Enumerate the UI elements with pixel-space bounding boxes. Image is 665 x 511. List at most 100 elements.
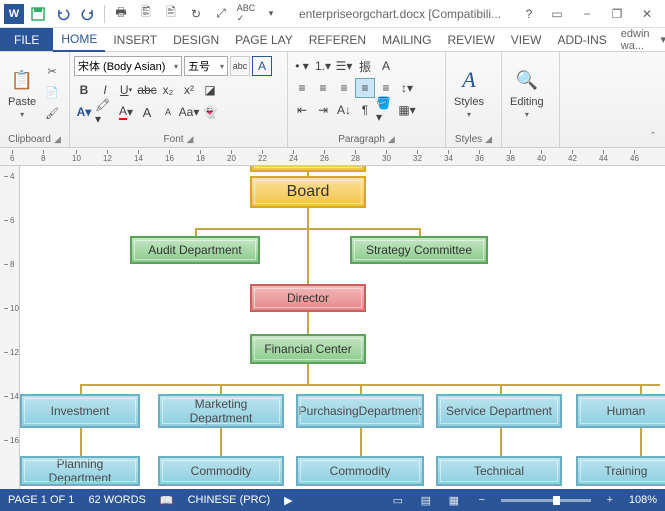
format-painter-button[interactable]: 🖌 (42, 104, 62, 124)
dialog-launcher-icon[interactable]: ◢ (187, 134, 194, 145)
proofing-icon[interactable]: 📖 (160, 494, 174, 507)
superscript-button[interactable]: x² (179, 80, 199, 100)
user-name[interactable]: edwin wa...▾ (615, 28, 665, 51)
qat-btn[interactable]: 🖺 (135, 3, 157, 25)
org-node-board[interactable]: Board (250, 176, 366, 208)
org-node-commodity2[interactable]: Commodity (296, 456, 424, 486)
number-list-button[interactable]: 1.▾ (313, 56, 333, 76)
qat-btn[interactable]: ↻ (185, 3, 207, 25)
org-node-human[interactable]: Human (576, 394, 665, 428)
grow-font-button[interactable]: A (137, 102, 157, 122)
phonetic-button[interactable]: 👻 (200, 102, 220, 122)
org-node-audit[interactable]: Audit Department (130, 236, 260, 264)
tab-addins[interactable]: ADD-INS (549, 28, 614, 51)
undo-button[interactable] (52, 3, 74, 25)
decrease-indent-button[interactable]: ⇤ (292, 100, 312, 120)
web-layout-button[interactable]: ▦ (445, 493, 463, 507)
clear-format-button[interactable]: abc (230, 56, 250, 76)
styles-button[interactable]: A Styles ▾ (450, 54, 488, 131)
subscript-button[interactable]: x₂ (158, 80, 178, 100)
tab-page-layout[interactable]: PAGE LAY (227, 28, 301, 51)
character-box-button[interactable]: A (252, 56, 272, 76)
align-center-button[interactable]: ≡ (313, 78, 333, 98)
zoom-slider[interactable] (501, 499, 591, 502)
restore-button[interactable]: ❐ (603, 3, 631, 25)
change-case-button[interactable]: Aa▾ (179, 102, 199, 122)
org-node-commodity1[interactable]: Commodity (158, 456, 284, 486)
org-node-purchasing[interactable]: PurchasingDepartment (296, 394, 424, 428)
org-node-marketing[interactable]: Marketing Department (158, 394, 284, 428)
align-right-button[interactable]: ≡ (334, 78, 354, 98)
tab-review[interactable]: REVIEW (439, 28, 502, 51)
multilevel-list-button[interactable]: ☰▾ (334, 56, 354, 76)
shading-button[interactable]: 🪣▾ (376, 100, 396, 120)
tab-home[interactable]: HOME (53, 28, 105, 52)
tab-mailings[interactable]: MAILING (374, 28, 439, 51)
italic-button[interactable]: I (95, 80, 115, 100)
align-left-button[interactable]: ≡ (292, 78, 312, 98)
qat-btn[interactable]: ⤢ (210, 3, 232, 25)
qat-btn[interactable]: 🖹 (160, 3, 182, 25)
org-node-planning[interactable]: Planning Department (20, 456, 140, 486)
borders-button[interactable]: ▦▾ (397, 100, 417, 120)
tab-file[interactable]: FILE (0, 28, 53, 51)
character-border-button[interactable]: A (376, 56, 396, 76)
qat-btn[interactable]: 🖶 (110, 3, 132, 25)
qat-btn[interactable]: ABC✓ (235, 3, 257, 25)
strike-button[interactable]: abc (137, 80, 157, 100)
eraser-button[interactable]: ◪ (200, 80, 220, 100)
paste-button[interactable]: 📋 Paste ▾ (4, 54, 40, 131)
org-node[interactable] (250, 166, 366, 172)
phonetic-guide-button[interactable]: 振 (355, 56, 375, 76)
copy-button[interactable]: 📄 (42, 83, 62, 103)
font-name-combo[interactable]: 宋体 (Body Asian)▾ (74, 56, 182, 76)
font-color-button[interactable]: A▾ (116, 102, 136, 122)
bullet-list-button[interactable]: • ▾ (292, 56, 312, 76)
highlight-button[interactable]: 🖍▾ (95, 102, 115, 122)
macro-icon[interactable]: ▶ (284, 494, 292, 507)
tab-insert[interactable]: INSERT (105, 28, 165, 51)
org-node-training[interactable]: Training (576, 456, 665, 486)
distribute-button[interactable]: ≡ (376, 78, 396, 98)
org-node-director[interactable]: Director (250, 284, 366, 312)
vertical-ruler[interactable]: 46810121416 (0, 166, 20, 489)
line-spacing-button[interactable]: ↕▾ (397, 78, 417, 98)
tab-view[interactable]: VIEW (503, 28, 550, 51)
minimize-button[interactable]: − (573, 3, 601, 25)
horizontal-ruler[interactable]: 6810121416182022242628303234363840424446 (0, 148, 665, 166)
zoom-value[interactable]: 108% (629, 494, 657, 506)
bold-button[interactable]: B (74, 80, 94, 100)
font-size-combo[interactable]: 五号▾ (184, 56, 228, 76)
status-words[interactable]: 62 WORDS (88, 494, 145, 506)
dialog-launcher-icon[interactable]: ◢ (54, 134, 61, 145)
show-marks-button[interactable]: ¶ (355, 100, 375, 120)
print-layout-button[interactable]: ▤ (417, 493, 435, 507)
collapse-ribbon-button[interactable]: ˆ (645, 129, 661, 145)
underline-button[interactable]: U▾ (116, 80, 136, 100)
dialog-launcher-icon[interactable]: ◢ (485, 134, 492, 145)
save-button[interactable] (27, 3, 49, 25)
org-node-financial[interactable]: Financial Center (250, 334, 366, 364)
zoom-out-button[interactable]: − (473, 493, 491, 507)
org-node-service[interactable]: Service Department (436, 394, 562, 428)
increase-indent-button[interactable]: ⇥ (313, 100, 333, 120)
ribbon-display-button[interactable]: ▭ (543, 3, 571, 25)
document-area[interactable]: Board Audit Department Strategy Committe… (20, 166, 665, 489)
editing-button[interactable]: 🔍 Editing ▾ (506, 54, 548, 131)
org-node-investment[interactable]: Investment (20, 394, 140, 428)
read-mode-button[interactable]: ▭ (389, 493, 407, 507)
close-button[interactable]: ✕ (633, 3, 661, 25)
qat-customize[interactable]: ▾ (260, 3, 282, 25)
org-node-strategy[interactable]: Strategy Committee (350, 236, 488, 264)
dialog-launcher-icon[interactable]: ◢ (388, 134, 395, 145)
sort-button[interactable]: A↓ (334, 100, 354, 120)
tab-design[interactable]: DESIGN (165, 28, 227, 51)
zoom-in-button[interactable]: + (601, 493, 619, 507)
text-effects-button[interactable]: A▾ (74, 102, 94, 122)
status-language[interactable]: CHINESE (PRC) (188, 494, 271, 506)
cut-button[interactable]: ✂ (42, 62, 62, 82)
tab-references[interactable]: REFEREN (301, 28, 374, 51)
org-node-technical[interactable]: Technical (436, 456, 562, 486)
status-page[interactable]: PAGE 1 OF 1 (8, 494, 74, 506)
redo-button[interactable] (77, 3, 99, 25)
